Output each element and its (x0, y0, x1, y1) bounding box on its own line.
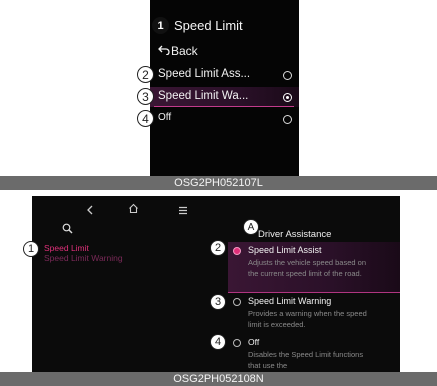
radio-button-selected[interactable] (283, 93, 292, 102)
option-speed-limit-assist[interactable]: Speed Limit Assist Adjusts the vehicle s… (228, 242, 400, 293)
option-description: Adjusts the vehicle speed based on the c… (248, 258, 366, 278)
menu-icon[interactable] (178, 202, 188, 220)
header-title: Driver Assistance (258, 229, 332, 240)
menu-item-label: Speed Limit Wa... (158, 90, 249, 102)
menu-item-label: Off (158, 112, 172, 123)
back-button[interactable]: Back (158, 44, 198, 58)
figure-caption-top: OSG2PH052107L (0, 176, 437, 190)
callout-marker-2: 2 (210, 240, 226, 256)
radio-button[interactable] (233, 298, 241, 306)
top-screen: Speed Limit Back Speed Limit Ass... Spee… (150, 0, 299, 176)
callout-marker-A: A (243, 219, 259, 235)
radio-button[interactable] (233, 339, 241, 347)
callout-marker-1: 1 (152, 17, 169, 34)
callout-marker-3: 3 (210, 294, 226, 310)
back-chevron-icon[interactable] (86, 202, 94, 220)
option-label: Speed Limit Warning (248, 296, 332, 306)
menu-item-off[interactable]: Off (158, 111, 298, 128)
option-speed-limit-warning[interactable]: Speed Limit Warning Provides a warning w… (228, 295, 400, 331)
left-item-speed-limit[interactable]: Speed Limit (44, 243, 89, 253)
back-label: Back (171, 44, 198, 58)
callout-marker-4: 4 (210, 334, 226, 350)
option-off[interactable]: Off Disables the Speed Limit functions t… (228, 336, 400, 372)
callout-marker-4: 4 (137, 110, 154, 127)
figure-caption-bottom: OSG2PH052108N (0, 372, 437, 386)
callout-marker-1: 1 (23, 241, 39, 257)
callout-marker-2: 2 (137, 66, 154, 83)
radio-button-selected[interactable] (233, 247, 241, 255)
search-icon[interactable] (62, 221, 73, 239)
selected-row-underline (154, 106, 294, 107)
option-description: Disables the Speed Limit functions that … (248, 350, 364, 370)
home-icon[interactable] (128, 201, 139, 219)
left-item-speed-limit-warning[interactable]: Speed Limit Warning (44, 253, 123, 263)
callout-marker-3: 3 (137, 88, 154, 105)
radio-button[interactable] (283, 71, 292, 80)
back-arrow-icon (158, 44, 171, 58)
option-label: Speed Limit Assist (248, 245, 322, 255)
screen-title: Speed Limit (174, 18, 243, 33)
menu-item-label: Speed Limit Ass... (158, 68, 251, 80)
menu-item-speed-limit-warning[interactable]: Speed Limit Wa... (158, 89, 298, 106)
menu-item-speed-limit-assist[interactable]: Speed Limit Ass... (158, 67, 298, 84)
option-label: Off (248, 337, 260, 347)
option-description: Provides a warning when the speed limit … (248, 309, 367, 329)
radio-button[interactable] (283, 115, 292, 124)
